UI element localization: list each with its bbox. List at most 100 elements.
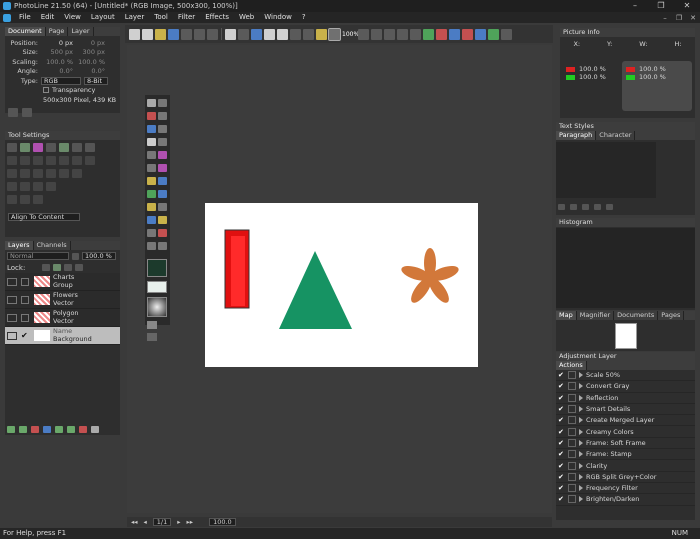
edit-style-icon[interactable]: [570, 204, 577, 210]
action-dialog-toggle[interactable]: [568, 438, 576, 447]
tab-layer[interactable]: Layer: [68, 27, 94, 36]
action-item[interactable]: ✔ Frame: Stamp: [556, 449, 695, 461]
eye-icon[interactable]: [7, 277, 17, 286]
menu-tool[interactable]: Tool: [149, 12, 173, 23]
map-thumbnail[interactable]: [615, 323, 637, 349]
first-page-icon[interactable]: ◂◂: [131, 518, 138, 526]
expand-triangle-icon[interactable]: [579, 428, 583, 435]
action-check-icon[interactable]: ✔: [558, 382, 566, 390]
next-page-icon[interactable]: ▸: [177, 518, 180, 526]
pointer-tool-icon[interactable]: [147, 98, 156, 107]
space-v-icon[interactable]: [20, 182, 30, 191]
layer-row[interactable]: Polygon Vector: [5, 309, 120, 327]
lock-all-icon[interactable]: [75, 264, 84, 271]
lock-image-icon[interactable]: [53, 264, 62, 271]
tab-actions[interactable]: Actions: [556, 361, 587, 370]
back-icon[interactable]: [194, 28, 205, 40]
action-dialog-toggle[interactable]: [568, 461, 576, 470]
layer-settings-icon[interactable]: [91, 426, 99, 433]
tab-paragraph[interactable]: Paragraph: [556, 131, 597, 140]
rotate-icon[interactable]: [33, 195, 43, 204]
mask-icon[interactable]: [31, 426, 39, 433]
delete-style-icon[interactable]: [606, 204, 613, 210]
lock-icon[interactable]: [21, 295, 29, 304]
new-style-icon[interactable]: [558, 204, 565, 210]
ellipse-tool-icon[interactable]: [158, 98, 167, 107]
action-check-icon[interactable]: ✔: [558, 473, 566, 481]
save-icon[interactable]: [168, 28, 179, 40]
pen-tool-icon[interactable]: [158, 111, 167, 120]
brush-preview[interactable]: [147, 297, 167, 317]
green-triangle-shape[interactable]: [279, 251, 352, 329]
undo-icon[interactable]: [290, 28, 301, 40]
dist-bottom-icon[interactable]: [72, 169, 82, 178]
angle-field-2[interactable]: 0.0°: [73, 67, 105, 75]
mode-normal-icon[interactable]: [147, 321, 157, 329]
eye-icon[interactable]: [7, 331, 17, 340]
line-tool-icon[interactable]: [158, 150, 167, 159]
tab-map[interactable]: Map: [556, 311, 577, 320]
action-item[interactable]: ✔ Convert Gray: [556, 381, 695, 393]
action-dialog-toggle[interactable]: [568, 484, 576, 493]
expand-triangle-icon[interactable]: [579, 451, 583, 458]
star-tool-icon[interactable]: [158, 163, 167, 172]
align-select[interactable]: Align To Content: [8, 213, 80, 221]
zoom-100-button[interactable]: 100%: [342, 31, 359, 38]
delete-layer-icon[interactable]: [79, 426, 87, 433]
prev-page-icon[interactable]: ◂: [144, 518, 147, 526]
heal-tool-icon[interactable]: [158, 241, 167, 250]
doc-minimize-icon[interactable]: –: [658, 14, 672, 22]
action-check-icon[interactable]: ✔: [558, 394, 566, 402]
lock-transparency-icon[interactable]: [42, 264, 51, 271]
expand-triangle-icon[interactable]: [579, 496, 583, 503]
check-icon[interactable]: ✔: [21, 331, 29, 340]
merge-icon[interactable]: [67, 426, 75, 433]
gradient-tool-icon[interactable]: [158, 189, 167, 198]
redo-icon[interactable]: [303, 28, 314, 40]
canvas-area[interactable]: [127, 45, 552, 513]
action-dialog-toggle[interactable]: [568, 393, 576, 402]
doc-close-icon[interactable]: ✕: [686, 14, 700, 22]
print-icon[interactable]: [225, 28, 236, 40]
expand-triangle-icon[interactable]: [579, 439, 583, 446]
eye-icon[interactable]: [7, 295, 17, 304]
align-left-icon[interactable]: [7, 156, 17, 165]
tab-layers[interactable]: Layers: [5, 241, 34, 250]
flip-h-icon[interactable]: [7, 195, 17, 204]
bit-select[interactable]: 8-Bit: [84, 76, 108, 85]
more-icon[interactable]: [501, 28, 512, 40]
expand-triangle-icon[interactable]: [579, 372, 583, 379]
action-dialog-toggle[interactable]: [568, 416, 576, 425]
tab-channels[interactable]: Channels: [34, 241, 71, 250]
zoom-field[interactable]: 100.0: [209, 518, 236, 526]
expand-triangle-icon[interactable]: [579, 473, 583, 480]
expand-triangle-icon[interactable]: [579, 462, 583, 469]
color-balance-icon[interactable]: [475, 28, 486, 40]
layer-row[interactable]: Flowers Vector: [5, 291, 120, 309]
dist-top-icon[interactable]: [46, 169, 56, 178]
eraser-tool-icon[interactable]: [147, 124, 156, 133]
expand-icon[interactable]: [21, 277, 29, 286]
hue-icon[interactable]: [488, 28, 499, 40]
action-item[interactable]: ✔ Frame: Soft Frame: [556, 438, 695, 450]
measure-tool-icon[interactable]: [147, 241, 156, 250]
lock-position-icon[interactable]: [64, 264, 73, 271]
size-w-icon[interactable]: [33, 182, 43, 191]
action-dialog-toggle[interactable]: [568, 495, 576, 504]
position-y-field[interactable]: 0 px: [73, 39, 105, 47]
histogram-icon[interactable]: [462, 28, 473, 40]
action-check-icon[interactable]: ✔: [558, 405, 566, 413]
orange-flower-shape[interactable]: [400, 248, 461, 306]
opacity-field[interactable]: 100.0 %: [82, 252, 116, 260]
tab-magnifier[interactable]: Magnifier: [577, 311, 615, 320]
tab-pages[interactable]: Pages: [658, 311, 685, 320]
menu-file[interactable]: File: [14, 12, 36, 23]
action-dialog-toggle[interactable]: [568, 450, 576, 459]
dist-left-icon[interactable]: [7, 169, 17, 178]
link-style-icon[interactable]: [594, 204, 601, 210]
align-center-icon[interactable]: [20, 156, 30, 165]
gradation-icon[interactable]: [449, 28, 460, 40]
fill-tool-icon[interactable]: [147, 189, 156, 198]
action-check-icon[interactable]: ✔: [558, 371, 566, 379]
menu-layout[interactable]: Layout: [86, 12, 120, 23]
